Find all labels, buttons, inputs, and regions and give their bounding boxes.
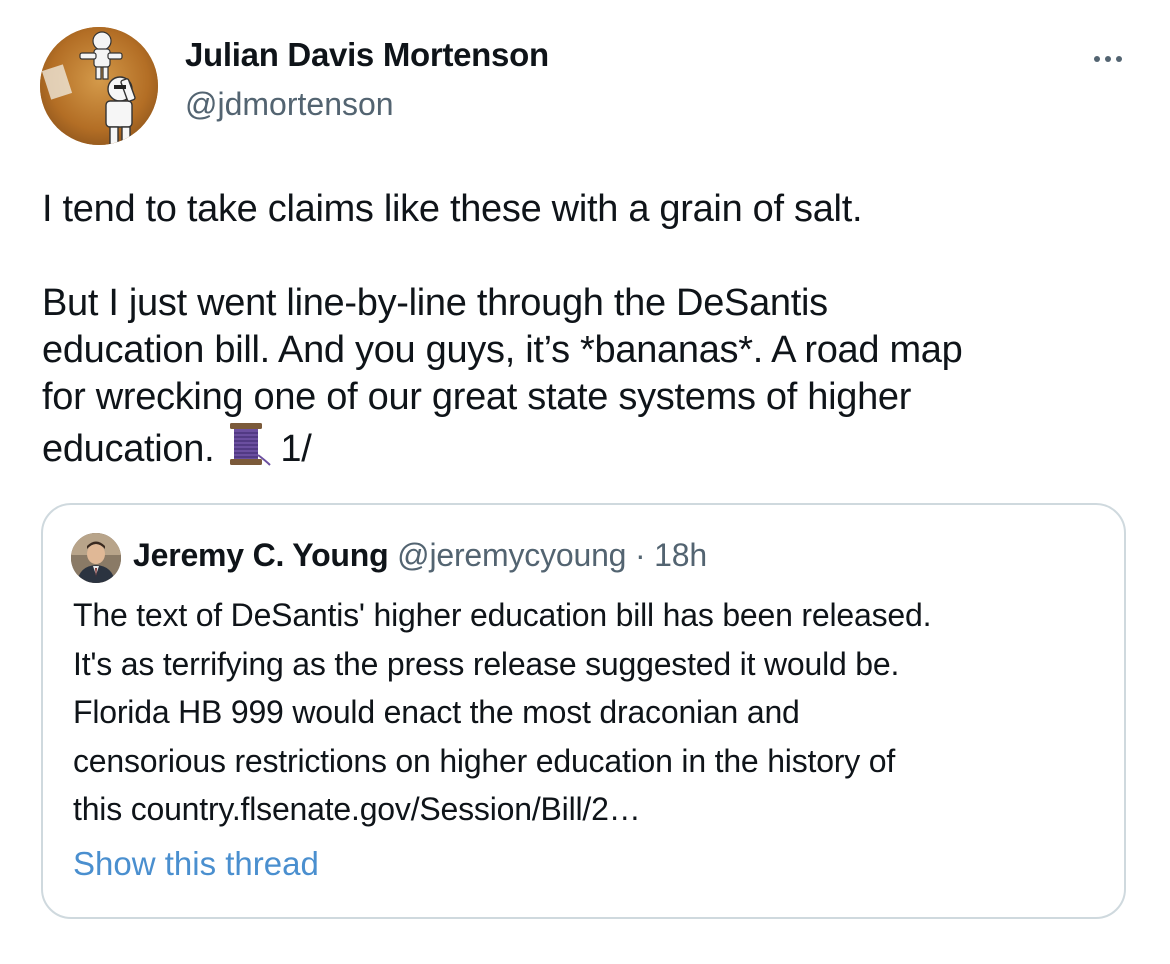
quoted-tweet-text: The text of DeSantis' higher education b… xyxy=(73,591,1113,834)
tweet-line: education bill. And you guys, it’s *bana… xyxy=(42,329,963,371)
more-dot xyxy=(1105,56,1111,62)
quoted-tweet-card[interactable]: Jeremy C. Young @jeremycyoung · 18h The … xyxy=(41,503,1126,919)
quoted-author-handle[interactable]: @jeremycyoung xyxy=(397,537,626,573)
tweet-line-end: 1/ xyxy=(280,428,312,470)
person-avatar-icon xyxy=(71,533,121,583)
tweet-line-start: education. xyxy=(42,428,215,470)
tweet-line-last: education. 1/ xyxy=(42,421,1132,479)
quoted-tweet-line-link[interactable]: this country.flsenate.gov/Session/Bill/2… xyxy=(73,785,1113,834)
more-horizontal-icon xyxy=(1094,56,1100,62)
more-options-button[interactable] xyxy=(1084,42,1132,76)
quoted-tweet-line: Florida HB 999 would enact the most drac… xyxy=(73,694,800,730)
author-handle[interactable]: @jdmortenson xyxy=(185,86,394,123)
tweet-text: I tend to take claims like these with a … xyxy=(42,186,1132,479)
author-display-name[interactable]: Julian Davis Mortenson xyxy=(185,36,549,74)
more-dot xyxy=(1116,56,1122,62)
show-this-thread-link[interactable]: Show this thread xyxy=(73,845,319,883)
quoted-author-name[interactable]: Jeremy C. Young xyxy=(133,537,389,573)
tweet-line: But I just went line-by-line through the… xyxy=(42,282,828,324)
tweet-line: I tend to take claims like these with a … xyxy=(42,188,863,230)
tweet-line: for wrecking one of our great state syst… xyxy=(42,376,912,418)
stormtrooper-avatar-icon xyxy=(40,27,158,145)
quoted-tweet-time[interactable]: 18h xyxy=(654,537,707,573)
quoted-tweet-line: It's as terrifying as the press release … xyxy=(73,645,900,682)
header-separator: · xyxy=(634,537,646,573)
author-avatar[interactable] xyxy=(40,27,158,145)
quoted-tweet-line: The text of DeSantis' higher education b… xyxy=(73,597,932,633)
tweet: Julian Davis Mortenson @jdmortenson I te… xyxy=(0,0,1170,964)
quoted-author-avatar[interactable] xyxy=(71,533,121,583)
thread-spool-icon xyxy=(224,421,272,479)
quoted-tweet-header: Jeremy C. Young @jeremycyoung · 18h xyxy=(133,537,707,574)
quoted-tweet-line: censorious restrictions on higher educat… xyxy=(73,742,896,779)
